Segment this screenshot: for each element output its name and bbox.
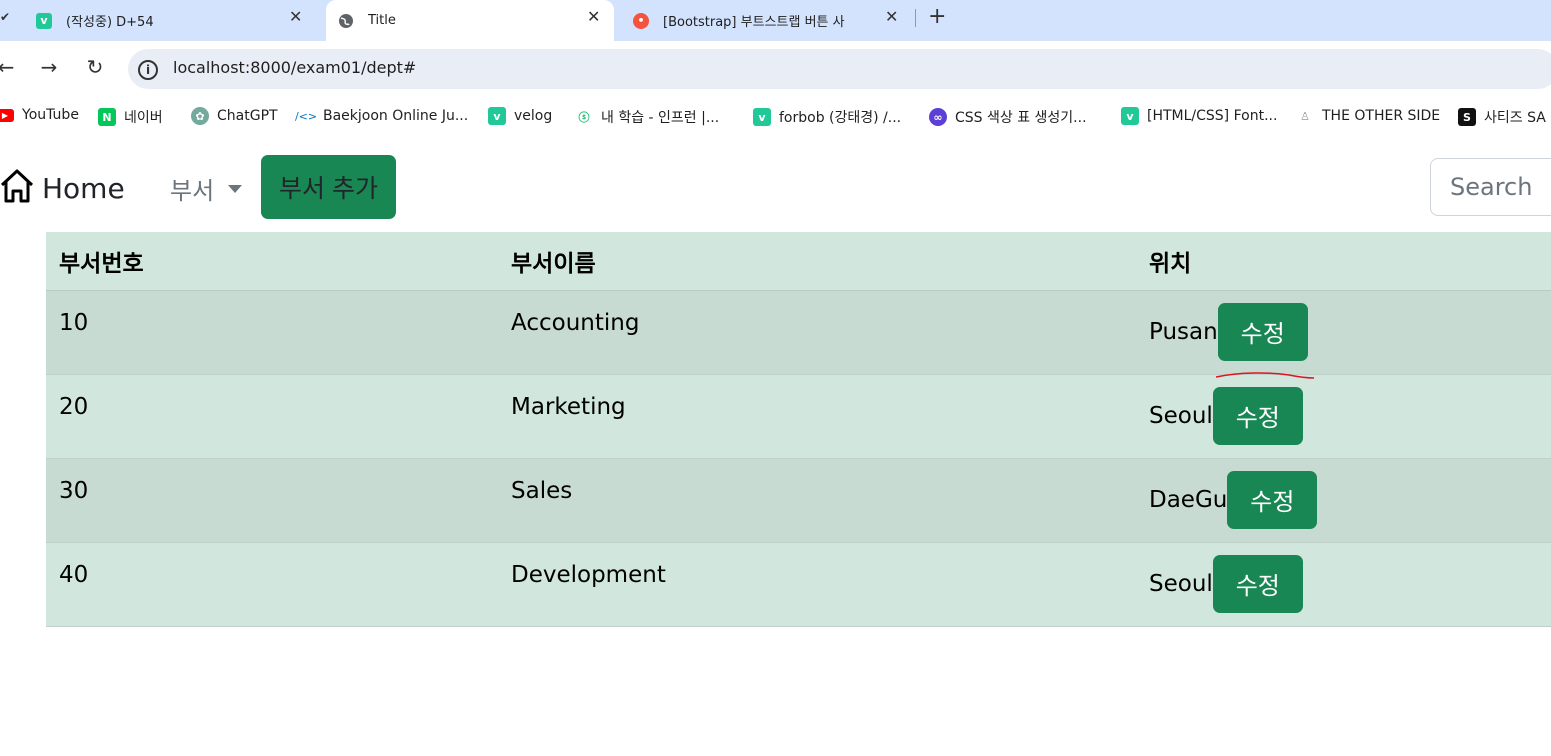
bookmark-label: 사티즈 SA [1484,110,1546,126]
tab-strip: ✔ v (작성중) D+54 ✕ Title ✕ • [Bootstrap] 부… [0,0,1551,41]
loc-text: DaeGu [1149,486,1228,513]
caret-down-icon [228,184,243,193]
loc-text: Pusan [1149,318,1218,345]
bookmark-forbob[interactable]: v forbob (강태경) /... [753,107,901,127]
code-icon: /<> [294,109,318,123]
back-arrow-icon[interactable]: ← [0,55,18,79]
velog-icon: v [1121,107,1139,125]
bookmark-label: 네이버 [124,110,163,126]
tab-title: [Bootstrap] 부트스트랩 버튼 사 [663,15,845,30]
search-input[interactable] [1430,158,1551,216]
bookmark-inflearn[interactable]: ⓢ 내 학습 - 인프런 |... [575,107,720,127]
bookmark-label: CSS 색상 표 생성기... [955,110,1087,126]
page-navbar: Home 부서 부서 추가 [0,150,1551,225]
new-tab-icon[interactable]: + [928,4,946,29]
loc-text: Seoul [1149,402,1213,429]
loc-text: Seoul [1149,570,1213,597]
cell-dname: Development [498,542,1136,627]
cell-deptno: 30 [46,458,498,543]
globe-icon [338,13,354,29]
cell-loc: Seoul 수정 [1136,374,1551,459]
bookmark-satiz[interactable]: S 사티즈 SA [1458,107,1546,127]
bookmark-youtube[interactable]: ▶ YouTube [0,107,79,123]
tab-bootstrap[interactable]: • [Bootstrap] 부트스트랩 버튼 사 ✕ [633,0,905,41]
table-row: 20 Marketing Seoul 수정 [46,374,1551,459]
velog-icon: v [488,107,506,125]
bookmark-label: THE OTHER SIDE [1322,108,1441,124]
dropdown-label: 부서 [170,177,215,205]
dept-table: 부서번호 부서이름 위치 10 Accounting Pusan 수정 20 M… [46,232,1551,627]
bookmark-naver[interactable]: N 네이버 [98,107,163,127]
cell-deptno: 10 [46,290,498,375]
add-dept-button[interactable]: 부서 추가 [261,155,396,219]
tab-velog-draft[interactable]: v (작성중) D+54 ✕ [36,0,316,41]
edit-button[interactable]: 수정 [1217,302,1308,361]
bookmark-css-color[interactable]: ∞ CSS 색상 표 생성기... [929,107,1087,127]
tab-title: (작성중) D+54 [66,15,154,30]
bookmark-label: velog [514,108,553,124]
palette-icon: ∞ [929,108,947,126]
s-icon: S [1458,108,1476,126]
naver-icon: N [98,108,116,126]
close-tab-icon[interactable]: ✕ [587,7,600,26]
table-row: 30 Sales DaeGu 수정 [46,458,1551,543]
bookmark-other-side[interactable]: ♙ THE OTHER SIDE [1296,107,1440,125]
bookmark-velog[interactable]: v velog [488,107,552,125]
url-text[interactable]: localhost:8000/exam01/dept# [173,58,416,77]
table-header-row: 부서번호 부서이름 위치 [46,232,1551,291]
bookmark-label: [HTML/CSS] Font... [1147,108,1278,124]
table-row: 40 Development Seoul 수정 [46,542,1551,627]
header-deptno: 부서번호 [46,232,498,291]
bookmark-chatgpt[interactable]: ✿ ChatGPT [191,107,278,125]
reload-icon[interactable]: ↻ [83,55,107,79]
bookmark-html-css[interactable]: v [HTML/CSS] Font... [1121,107,1277,125]
tistory-icon: • [633,12,649,29]
site-icon: ♙ [1300,109,1310,123]
cell-loc: Pusan 수정 [1136,290,1551,375]
header-loc: 위치 [1136,232,1551,291]
brand-label: Home [42,171,125,205]
edit-button[interactable]: 수정 [1212,554,1303,613]
cell-dname: Marketing [498,374,1136,459]
edit-button[interactable]: 수정 [1212,386,1303,445]
bookmark-baekjoon[interactable]: /<> Baekjoon Online Ju... [294,107,469,125]
home-link[interactable]: Home [0,168,125,208]
bookmark-label: Baekjoon Online Ju... [323,108,469,124]
site-info-icon[interactable]: i [138,60,158,80]
bookmark-label: ChatGPT [217,108,278,124]
bookmark-label: forbob (강태경) /... [779,110,902,126]
red-underline-annotation [1215,372,1315,379]
cell-deptno: 20 [46,374,498,459]
tab-search-chevron-icon[interactable]: ✔ [0,10,10,24]
close-tab-icon[interactable]: ✕ [885,7,898,26]
bookmarks-bar: ▶ YouTube N 네이버 ✿ ChatGPT /<> Baekjoon O… [0,99,1551,135]
close-tab-icon[interactable]: ✕ [289,7,302,26]
cell-deptno: 40 [46,542,498,627]
velog-icon: v [36,12,52,29]
edit-button[interactable]: 수정 [1227,470,1318,529]
cell-loc: DaeGu 수정 [1136,458,1551,543]
bookmark-label: 내 학습 - 인프런 |... [601,110,720,126]
house-icon [0,168,34,208]
inflearn-icon: ⓢ [578,111,590,124]
cell-dname: Accounting [498,290,1136,375]
youtube-icon: ▶ [0,108,14,122]
cell-loc: Seoul 수정 [1136,542,1551,627]
tab-title-active[interactable]: Title ✕ [326,0,614,41]
tab-divider [915,9,916,27]
chatgpt-icon: ✿ [191,107,209,125]
browser-toolbar: ← → ↻ i localhost:8000/exam01/dept# [0,41,1551,99]
table-row: 10 Accounting Pusan 수정 [46,290,1551,375]
dept-dropdown[interactable]: 부서 [170,171,243,206]
velog-icon: v [753,108,771,126]
forward-arrow-icon[interactable]: → [37,55,61,79]
tab-title: Title [368,13,396,28]
bookmark-label: YouTube [22,107,79,123]
cell-dname: Sales [498,458,1136,543]
header-dname: 부서이름 [498,232,1136,291]
